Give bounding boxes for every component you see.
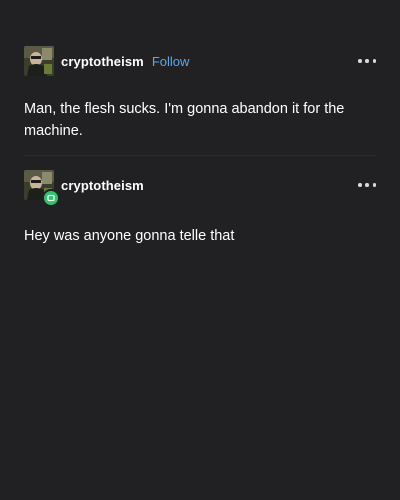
follow-button[interactable]: Follow [152,54,190,69]
post-original: cryptotheism Follow Man, the flesh sucks… [24,44,376,142]
online-status-badge-icon [42,189,60,207]
post-reblog: cryptotheism Hey was anyone gonna telle … [24,168,376,247]
post-text: Man, the flesh sucks. I'm gonna abandon … [24,101,345,139]
more-options-icon[interactable] [358,54,376,68]
more-dot [358,183,362,187]
more-dot [365,183,369,187]
avatar[interactable] [24,170,60,207]
badge-glyph-icon [47,194,55,202]
post-header: cryptotheism Follow [24,44,376,78]
more-options-icon[interactable] [358,178,376,192]
more-dot [372,59,376,63]
post-divider [24,155,376,156]
username[interactable]: cryptotheism [61,178,144,193]
reblog-thread: cryptotheism Follow Man, the flesh sucks… [0,0,400,500]
avatar-image [24,46,54,76]
avatar[interactable] [24,46,54,76]
more-dot [372,183,376,187]
post-header: cryptotheism [24,168,376,207]
username[interactable]: cryptotheism [61,54,144,69]
more-dot [365,59,369,63]
post-text: Hey was anyone gonna telle that [24,228,235,244]
more-dot [358,59,362,63]
